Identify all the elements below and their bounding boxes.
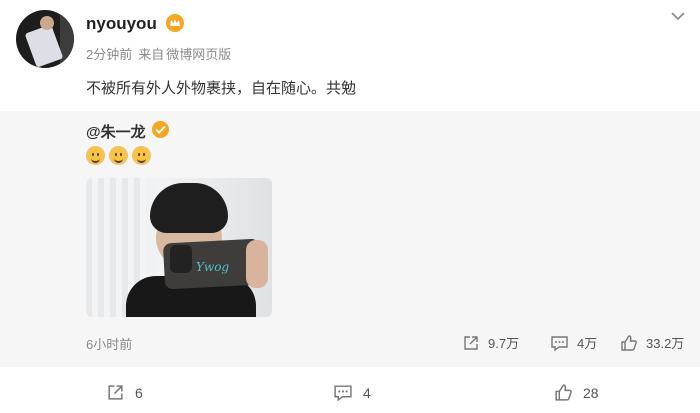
smile-emoji-icon — [109, 146, 128, 165]
post-time[interactable]: 2分钟前 — [86, 47, 132, 62]
repost-button[interactable]: 6 — [106, 383, 143, 402]
username[interactable]: nyouyou — [86, 14, 157, 34]
smile-emoji-icon — [86, 146, 105, 165]
comment-icon — [333, 383, 353, 402]
retweet-comment-button[interactable]: 4万 — [550, 333, 597, 352]
vip-badge-icon[interactable] — [166, 14, 184, 32]
chevron-down-icon[interactable] — [668, 8, 688, 24]
post-meta: 2分钟前 来自 微博网页版 — [86, 44, 237, 63]
avatar[interactable] — [16, 10, 74, 68]
comment-count: 4 — [363, 384, 371, 401]
thumbs-up-icon — [554, 383, 573, 402]
source-prefix: 来自 — [138, 47, 165, 62]
retweet-like-count: 33.2万 — [646, 336, 685, 351]
retweet-repost-button[interactable]: 9.7万 — [462, 333, 519, 352]
like-count: 28 — [583, 384, 599, 401]
retweet-repost-count: 9.7万 — [488, 336, 520, 351]
retweet-like-button[interactable]: 33.2万 — [620, 333, 684, 352]
repost-icon — [106, 383, 125, 402]
emoji-row — [86, 146, 151, 165]
comment-icon — [550, 334, 569, 352]
phone-scribble: Ywog — [196, 260, 230, 274]
post-source: 微博网页版 — [166, 47, 232, 62]
post-text: 不被所有外人外物裹挟，自在随心。共勉 — [86, 80, 357, 97]
retweet-author[interactable]: @朱一龙 — [86, 121, 146, 142]
retweet-photo[interactable]: Ywog — [86, 178, 272, 317]
retweet-comment-count: 4万 — [577, 336, 598, 351]
retweet-time[interactable]: 6小时前 — [86, 334, 132, 353]
repost-icon — [462, 334, 480, 352]
repost-count: 6 — [135, 384, 143, 401]
verified-badge-icon — [152, 121, 169, 138]
smile-emoji-icon — [132, 146, 151, 165]
comment-button[interactable]: 4 — [333, 383, 371, 402]
like-button[interactable]: 28 — [554, 383, 599, 402]
weibo-post: nyouyou 2分钟前 来自 微博网页版 不被所有外人外物裹挟，自在随心。共勉 @… — [0, 0, 700, 413]
thumbs-up-icon — [620, 334, 638, 352]
